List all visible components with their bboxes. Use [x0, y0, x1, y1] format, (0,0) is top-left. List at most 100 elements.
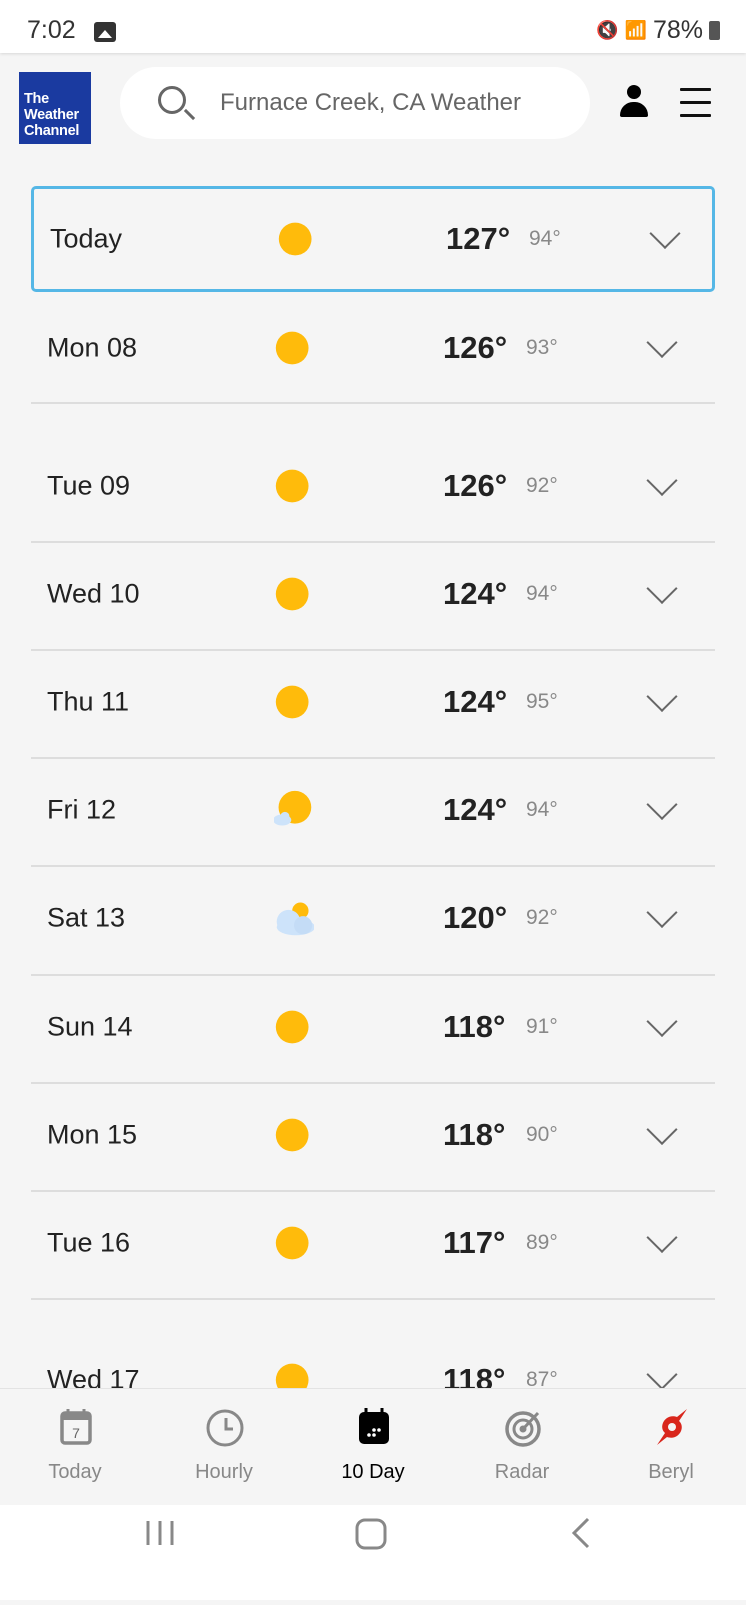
- ten-day-forecast-list[interactable]: Today 127° 94° Mon 08 126° 93° Tue 09 126° 92° We…: [0, 163, 746, 1388]
- system-navigation-bar: [0, 1505, 746, 1600]
- low-temp: 94°: [526, 582, 558, 605]
- high-temp: 124°: [443, 576, 508, 611]
- forecast-day: Mon 08: [47, 332, 138, 363]
- chevron-down-icon[interactable]: [646, 896, 678, 929]
- battery-icon: [709, 21, 720, 40]
- chevron-down-icon[interactable]: [646, 1005, 678, 1038]
- low-temp: 95°: [526, 690, 558, 713]
- forecast-day: Sun 14: [47, 1011, 133, 1042]
- nav-tab-10-day[interactable]: 10 Day: [313, 1389, 433, 1506]
- chevron-down-icon[interactable]: [646, 1113, 678, 1146]
- forecast-day: Tue 16: [47, 1227, 131, 1258]
- recent-apps-button[interactable]: [146, 1521, 174, 1545]
- high-temp: 118°: [443, 1117, 506, 1152]
- forecast-row[interactable]: Tue 16 117° 89°: [31, 1190, 715, 1296]
- battery-percent: 78%: [652, 16, 703, 44]
- forecast-day: Wed 10: [47, 578, 140, 609]
- high-temp: 124°: [443, 684, 508, 719]
- forecast-row[interactable]: Sun 14 118° 91°: [31, 974, 715, 1080]
- chevron-down-icon[interactable]: [646, 464, 678, 497]
- chevron-down-icon[interactable]: [646, 1358, 678, 1388]
- nav-tab-beryl[interactable]: Beryl: [611, 1389, 731, 1506]
- forecast-row[interactable]: Fri 12 124° 94°: [31, 757, 715, 863]
- hurricane-icon: [657, 1409, 687, 1445]
- nav-tab-label: Hourly: [195, 1461, 253, 1483]
- forecast-day: Mon 15: [47, 1119, 138, 1150]
- mostly-sunny-icon: [274, 790, 312, 826]
- high-temp: 126°: [443, 330, 508, 365]
- chevron-down-icon[interactable]: [649, 217, 681, 250]
- row-divider: [31, 865, 715, 867]
- back-button[interactable]: [571, 1517, 590, 1549]
- low-temp: 87°: [526, 1368, 558, 1388]
- row-divider: [31, 1298, 715, 1300]
- high-temp: 126°: [443, 468, 508, 503]
- status-bar: 7:02 🔇 📶 78%: [0, 0, 746, 53]
- home-button[interactable]: [355, 1518, 387, 1550]
- clock-icon: [206, 1409, 244, 1447]
- chevron-down-icon[interactable]: [646, 326, 678, 359]
- forecast-row[interactable]: Mon 15 118° 90°: [31, 1082, 715, 1188]
- low-temp: 93°: [526, 336, 558, 359]
- chevron-down-icon[interactable]: [646, 572, 678, 605]
- row-divider: [31, 1190, 715, 1192]
- bottom-navigation: 7 Today Hourly 10 Day Radar Beryl: [0, 1388, 746, 1505]
- forecast-day: Sat 13: [47, 902, 126, 933]
- row-divider: [31, 541, 715, 543]
- nav-tab-hourly[interactable]: Hourly: [164, 1389, 284, 1506]
- low-temp: 94°: [529, 227, 561, 250]
- menu-icon[interactable]: [680, 88, 711, 117]
- sunny-icon: [275, 469, 309, 503]
- forecast-row[interactable]: Today 127° 94°: [31, 186, 715, 292]
- nav-tab-today[interactable]: 7 Today: [15, 1389, 135, 1506]
- sunny-icon: [275, 1118, 309, 1152]
- nav-tab-label: Beryl: [648, 1461, 694, 1483]
- status-icons: 🔇 📶 78%: [596, 16, 720, 45]
- forecast-row[interactable]: Wed 10 124° 94°: [31, 541, 715, 647]
- forecast-row[interactable]: Mon 08 126° 93°: [31, 295, 715, 401]
- high-temp: 117°: [443, 1225, 506, 1260]
- high-temp: 124°: [443, 792, 508, 827]
- low-temp: 89°: [526, 1231, 558, 1254]
- forecast-day: Thu 11: [47, 686, 130, 717]
- forecast-row[interactable]: Wed 17 118° 87°: [31, 1327, 715, 1388]
- system-nav-icons: [146, 1517, 590, 1550]
- forecast-row[interactable]: Sat 13 120° 92°: [31, 865, 715, 971]
- gallery-notification-icon: [94, 22, 116, 42]
- chevron-down-icon[interactable]: [646, 680, 678, 713]
- sunny-icon: [275, 1363, 309, 1388]
- forecast-row[interactable]: Tue 09 126° 92°: [31, 433, 715, 539]
- search-input[interactable]: Furnace Creek, CA Weather: [120, 67, 590, 139]
- forecast-day: Tue 09: [47, 470, 131, 501]
- svg-text:7: 7: [72, 1425, 80, 1441]
- clock: 7:02: [27, 16, 76, 44]
- low-temp: 92°: [526, 906, 558, 929]
- low-temp: 91°: [526, 1015, 558, 1038]
- calendar-7-icon: 7: [60, 1409, 92, 1445]
- radar-icon: [505, 1411, 541, 1447]
- nav-tab-label: 10 Day: [341, 1461, 405, 1483]
- account-icon[interactable]: [619, 85, 649, 119]
- nav-tab-radar[interactable]: Radar: [462, 1389, 582, 1506]
- sunny-icon: [275, 1226, 309, 1260]
- row-divider: [31, 1082, 715, 1084]
- row-divider: [31, 402, 715, 404]
- low-temp: 94°: [526, 798, 558, 821]
- forecast-day: Fri 12: [47, 794, 117, 825]
- nav-tab-label: Radar: [494, 1461, 550, 1483]
- weather-channel-logo[interactable]: The Weather Channel: [19, 72, 91, 144]
- calendar-dots-icon: [359, 1408, 389, 1444]
- forecast-day: Wed 17: [47, 1364, 140, 1389]
- chevron-down-icon[interactable]: [646, 788, 678, 821]
- forecast-row[interactable]: Thu 11 124° 95°: [31, 649, 715, 755]
- low-temp: 90°: [526, 1123, 558, 1146]
- nav-tab-label: Today: [48, 1461, 102, 1483]
- high-temp: 120°: [443, 900, 508, 935]
- high-temp: 118°: [443, 1362, 506, 1388]
- sunny-icon: [275, 1010, 309, 1044]
- row-divider: [31, 649, 715, 651]
- high-temp: 118°: [443, 1009, 506, 1044]
- row-divider: [31, 757, 715, 759]
- chevron-down-icon[interactable]: [646, 1221, 678, 1254]
- low-temp: 92°: [526, 474, 558, 497]
